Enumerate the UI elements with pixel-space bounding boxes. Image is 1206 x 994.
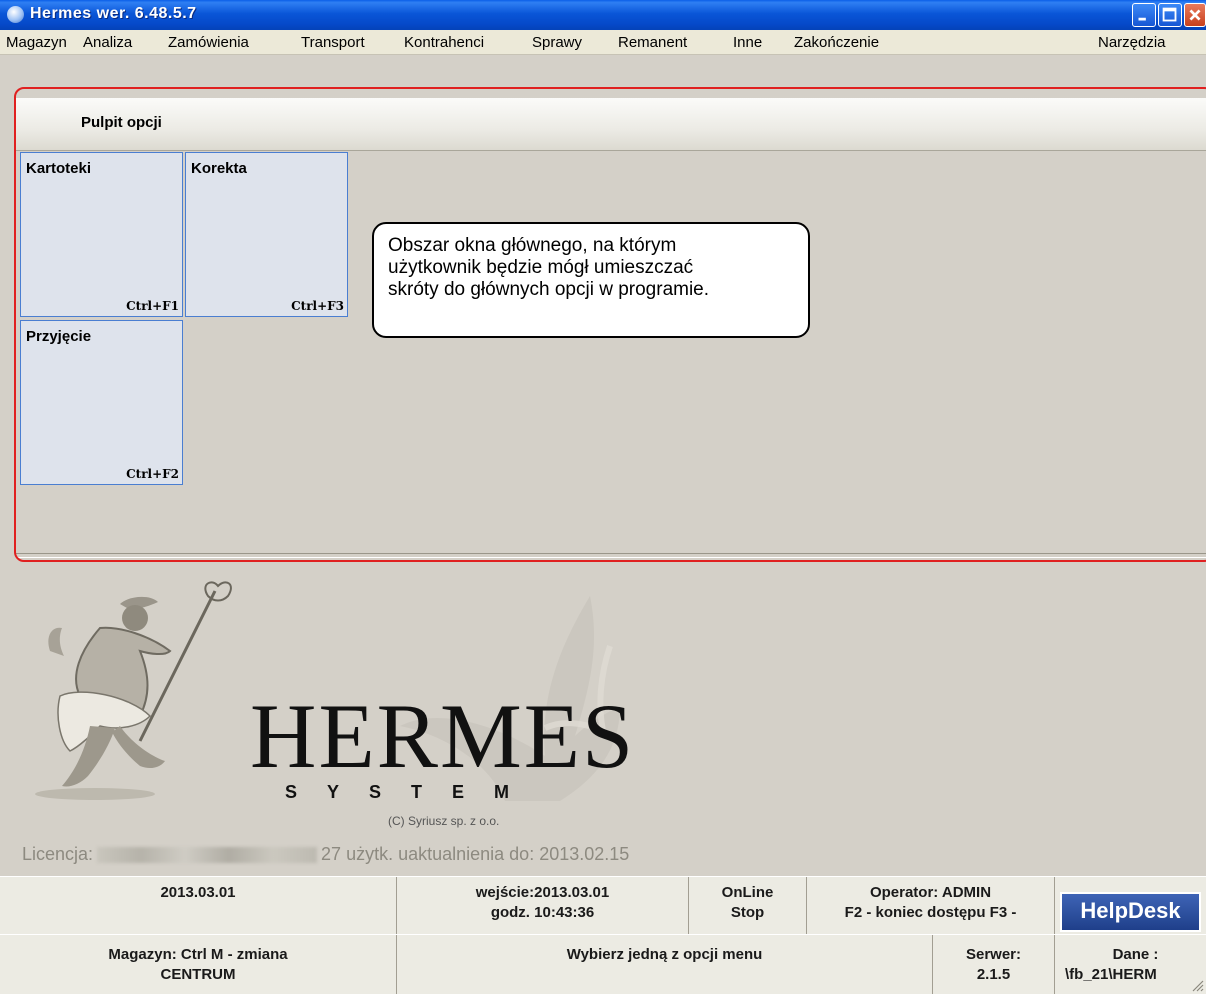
menu-narzedzia[interactable]: Narzędzia (1098, 34, 1166, 51)
status-entry: wejście:2013.03.01 (475, 884, 610, 901)
menu-kontrahenci[interactable]: Kontrahenci (404, 34, 484, 51)
helpdesk-button[interactable]: HelpDesk (1060, 892, 1201, 932)
status-keys: F2 - koniec dostępu F3 - (844, 904, 1017, 921)
minimize-button[interactable] (1132, 3, 1156, 27)
menu-zakonczenie[interactable]: Zakończenie (794, 34, 879, 51)
status-warehouse-hint: Magazyn: Ctrl M - zmiana (108, 946, 288, 963)
menu-sprawy[interactable]: Sprawy (532, 34, 582, 51)
logo-subword: SYSTEM (285, 782, 540, 802)
license-line: Licencja: 27 użytk. uaktualnienia do: 201… (22, 844, 629, 865)
menu-magazyn[interactable]: Magazyn (6, 34, 67, 51)
highlight-frame (14, 87, 1206, 562)
title-bar: Hermes wer. 6.48.5.7 (0, 0, 1206, 30)
status-date-cell: 2013.03.01 (0, 877, 397, 934)
status-operator: Operator: ADMIN (869, 884, 992, 901)
status-bar-bottom: Magazyn: Ctrl M - zmiana CENTRUM Wybierz… (0, 934, 1206, 994)
maximize-icon (1162, 7, 1177, 22)
status-online: OnLine (721, 884, 774, 901)
resize-grip-icon[interactable] (1190, 978, 1204, 992)
close-icon (1189, 9, 1201, 21)
menu-analiza[interactable]: Analiza (83, 34, 132, 51)
menu-transport[interactable]: Transport (301, 34, 365, 51)
status-server-label: Serwer: (965, 946, 1022, 963)
logo-area: HERMES SYSTEM (C) Syriusz sp. z o.o. Lic… (0, 556, 1206, 876)
status-date: 2013.03.01 (160, 884, 236, 901)
status-operator-cell: Operator: ADMIN F2 - koniec dostępu F3 - (807, 877, 1055, 934)
status-data-label: Dane : (1112, 946, 1159, 963)
license-label: Licencja: (22, 844, 94, 864)
status-server-version: 2.1.5 (976, 966, 1011, 983)
app-icon (7, 6, 24, 23)
logo-wordmark: HERMES (250, 685, 636, 787)
window-title: Hermes wer. 6.48.5.7 (30, 5, 197, 22)
status-online-cell[interactable]: OnLine Stop (689, 877, 807, 934)
menu-remanent[interactable]: Remanent (618, 34, 687, 51)
status-server-cell: Serwer: 2.1.5 (933, 935, 1055, 994)
status-message-cell: Wybierz jedną z opcji menu (397, 935, 933, 994)
maximize-button[interactable] (1158, 3, 1182, 27)
license-key-blurred (97, 847, 318, 864)
status-message: Wybierz jedną z opcji menu (566, 946, 763, 963)
status-bar-top: 2013.03.01 wejście:2013.03.01 godz. 10:4… (0, 876, 1206, 934)
menu-inne[interactable]: Inne (733, 34, 762, 51)
status-stop: Stop (730, 904, 765, 921)
minimize-icon (1138, 17, 1146, 21)
status-warehouse-cell: Magazyn: Ctrl M - zmiana CENTRUM (0, 935, 397, 994)
menu-zamowienia[interactable]: Zamówienia (168, 34, 249, 51)
copyright-text: (C) Syriusz sp. z o.o. (388, 814, 500, 828)
status-warehouse: CENTRUM (160, 966, 236, 983)
status-entry-cell: wejście:2013.03.01 godz. 10:43:36 (397, 877, 689, 934)
status-data-path: \fb_21\HERM (1065, 966, 1157, 983)
status-data-cell: Dane : \fb_21\HERM (1055, 935, 1206, 994)
license-info: 27 użytk. uaktualnienia do: 2013.02.15 (321, 844, 630, 864)
close-button[interactable] (1184, 3, 1206, 27)
menu-bar: Magazyn Analiza Zamówienia Transport Kon… (0, 30, 1206, 55)
status-time: godz. 10:43:36 (490, 904, 595, 921)
